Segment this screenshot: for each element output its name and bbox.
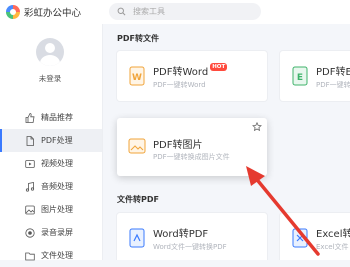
sidebar-item-pdf[interactable]: PDF处理 — [0, 129, 102, 152]
search-box[interactable] — [109, 3, 261, 20]
brand: 彩虹办公中心 — [0, 0, 103, 24]
avatar[interactable] — [36, 38, 64, 66]
file-icon — [25, 251, 35, 261]
sidebar-item-featured[interactable]: 精品推荐 — [0, 106, 102, 129]
excel-to-pdf-icon — [292, 228, 308, 248]
thumbs-up-icon — [25, 112, 35, 123]
tool-card-pdf-to-image[interactable]: PDF转图片 PDF一键转换成图片文件 — [117, 118, 267, 176]
sidebar-item-label: 录音录屏 — [41, 228, 73, 237]
sidebar-item-record[interactable]: 录音录屏 — [0, 221, 102, 244]
app-window: 彩虹办公中心 未登录 精品推荐 PDF处理 — [0, 0, 350, 260]
tool-card-desc: Excel文件 — [316, 243, 349, 251]
search-icon — [117, 7, 126, 16]
word-doc-icon: W — [129, 66, 145, 86]
tool-card-pdf-to-word[interactable]: W PDF转Word HOT PDF一键转Word — [117, 51, 267, 101]
hot-badge: HOT — [210, 63, 228, 71]
section-title-pdf-to-file: PDF转文件 — [117, 34, 159, 43]
sidebar-item-video[interactable]: 视频处理 — [0, 152, 102, 175]
sidebar-item-file[interactable]: 文件处理 — [0, 244, 102, 267]
tool-card-excel-to-pdf[interactable]: Excel转P Excel文件 — [280, 213, 350, 260]
sidebar-item-label: 文件处理 — [41, 251, 73, 260]
video-icon — [25, 159, 35, 169]
tool-card-desc: Word文件一键转换PDF — [153, 243, 227, 251]
record-icon — [25, 227, 35, 238]
excel-doc-icon: E — [292, 66, 308, 86]
tool-card-title: PDF转Exc — [316, 67, 350, 78]
sidebar-item-label: PDF处理 — [41, 136, 73, 145]
section-title-file-to-pdf: 文件转PDF — [117, 195, 159, 204]
tool-card-desc: PDF一键转 — [316, 81, 350, 89]
app-title: 彩虹办公中心 — [24, 8, 82, 19]
image-icon — [25, 205, 35, 215]
image-doc-icon — [128, 138, 146, 154]
sidebar-item-audio[interactable]: 音频处理 — [0, 175, 102, 198]
svg-text:W: W — [132, 73, 142, 83]
login-status[interactable]: 未登录 — [0, 73, 100, 84]
tool-card-word-to-pdf[interactable]: Word转PDF Word文件一键转换PDF — [117, 213, 267, 260]
sidebar-item-label: 图片处理 — [41, 205, 73, 214]
main-content: PDF转文件 W PDF转WordHOT PDF一键转Word E PDF转Ex… — [103, 24, 350, 260]
sidebar-nav: 精品推荐 PDF处理 视频处理 音频处理 图片处理 录音录屏 文件处理 — [0, 106, 102, 267]
search-input[interactable] — [131, 6, 255, 17]
word-to-pdf-icon — [129, 228, 145, 248]
sidebar-item-label: 精品推荐 — [41, 113, 73, 122]
tool-card-title: PDF转图片 — [153, 140, 203, 151]
tool-card-desc: PDF一键转换成图片文件 — [153, 153, 230, 161]
tool-card-desc: PDF一键转Word — [153, 81, 206, 89]
tool-card-title: Excel转P — [316, 229, 350, 240]
star-icon[interactable] — [252, 122, 262, 132]
svg-text:E: E — [297, 73, 303, 83]
sidebar-item-label: 视频处理 — [41, 159, 73, 168]
pdf-icon — [25, 135, 35, 146]
rainbow-logo-icon — [6, 5, 20, 19]
tool-card-title: Word转PDF — [153, 229, 209, 240]
sidebar-item-label: 音频处理 — [41, 182, 73, 191]
sidebar-item-image[interactable]: 图片处理 — [0, 198, 102, 221]
tool-card-title: PDF转Word HOT — [153, 63, 228, 78]
tool-card-pdf-to-excel[interactable]: E PDF转Exc PDF一键转 — [280, 51, 350, 101]
music-icon — [25, 181, 35, 192]
top-bar — [103, 0, 350, 24]
sidebar: 未登录 精品推荐 PDF处理 视频处理 音频处理 图片处理 录音录屏 文件处理 — [0, 24, 103, 260]
